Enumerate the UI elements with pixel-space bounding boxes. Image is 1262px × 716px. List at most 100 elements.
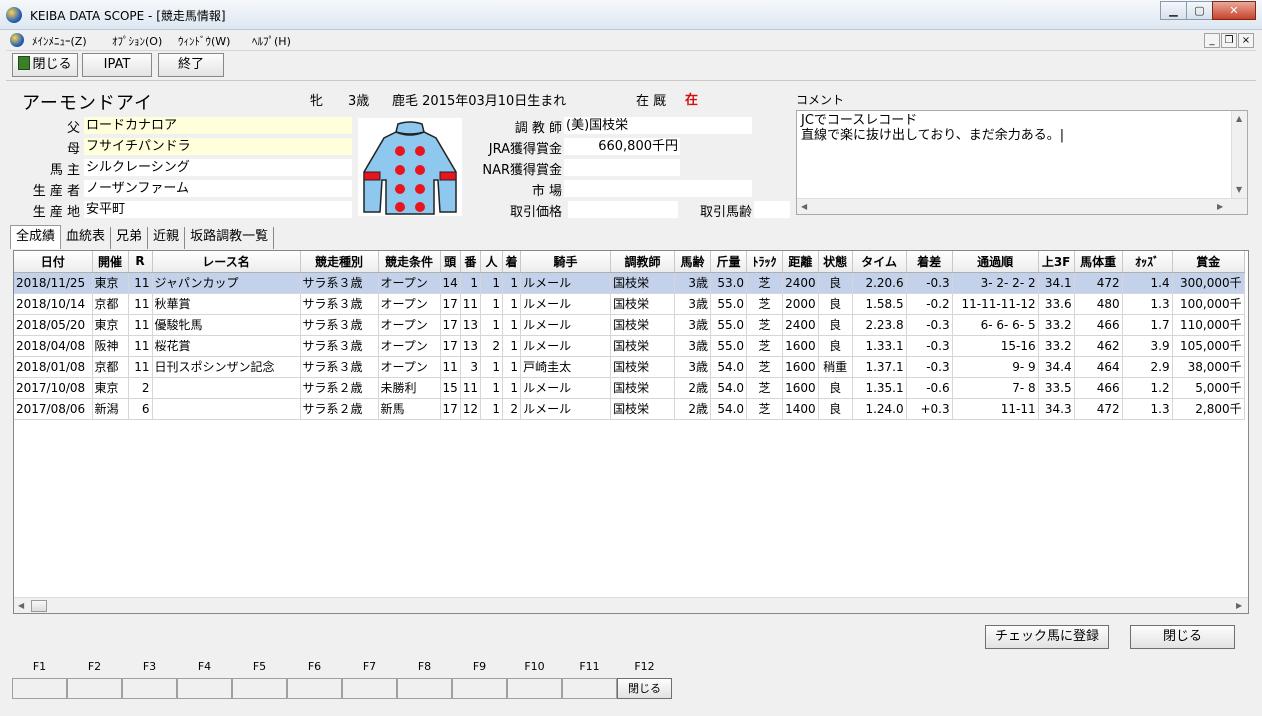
cell-condition[interactable]: 良	[818, 272, 853, 294]
cell-track[interactable]: 芝	[746, 356, 784, 378]
cell-time[interactable]: 2.23.8	[852, 314, 907, 336]
table-row[interactable]: 2018/04/08 阪神 11 桜花賞 サラ系３歳 オープン 17 13 2 1 ルメール 国枝栄 3…	[14, 335, 1245, 357]
cell-margin[interactable]: -0.2	[906, 293, 953, 315]
cell-time[interactable]: 1.37.1	[852, 356, 907, 378]
cell-odds[interactable]: 3.9	[1122, 335, 1173, 357]
exit-button[interactable]: 終了	[158, 53, 224, 77]
jra-prize-field[interactable]: 660,800千円	[564, 138, 680, 155]
cell-race-type[interactable]: サラ系２歳	[300, 398, 379, 420]
cell-trainer[interactable]: 国枝栄	[610, 398, 676, 420]
cell-time[interactable]: 1.24.0	[852, 398, 907, 420]
cell-weight-carried[interactable]: 54.0	[710, 356, 748, 378]
cell-last-3f[interactable]: 34.3	[1038, 398, 1075, 420]
cell-race-name[interactable]	[152, 377, 301, 399]
cell-odds[interactable]: 1.3	[1122, 293, 1173, 315]
cell-jockey[interactable]: ルメール	[520, 398, 612, 420]
cell-horse-age[interactable]: 3歳	[674, 272, 712, 294]
cell-trainer[interactable]: 国枝栄	[610, 356, 676, 378]
table-row[interactable]: 2018/05/20 東京 11 優駿牝馬 サラ系３歳 オープン 17 13 1 1 ルメール 国枝栄…	[14, 314, 1245, 336]
menu-help[interactable]: ﾍﾙﾌﾟ(H)	[252, 33, 291, 49]
cell-race-name[interactable]	[152, 398, 301, 420]
cell-venue[interactable]: 京都	[92, 293, 129, 315]
cell-horse-number[interactable]: 11	[460, 377, 482, 399]
cell-weight-carried[interactable]: 55.0	[710, 314, 748, 336]
fkey-button-2[interactable]	[67, 678, 122, 699]
mdi-minimize-icon[interactable]: _	[1204, 33, 1220, 48]
cell-last-3f[interactable]: 33.6	[1038, 293, 1075, 315]
grid-scroll-left-icon[interactable]: ◀	[18, 601, 24, 610]
cell-time[interactable]: 1.33.1	[852, 335, 907, 357]
tab-all-results[interactable]: 全成績	[10, 225, 62, 249]
cell-jockey[interactable]: ルメール	[520, 272, 612, 294]
cell-condition[interactable]: 良	[818, 293, 853, 315]
fkey-button-8[interactable]	[397, 678, 452, 699]
trade-age-field[interactable]	[754, 201, 790, 218]
cell-race-type[interactable]: サラ系２歳	[300, 377, 379, 399]
cell-margin[interactable]: -0.3	[906, 272, 953, 294]
cell-finish[interactable]: 1	[502, 335, 522, 357]
trade-price-field[interactable]	[568, 201, 678, 218]
cell-jockey[interactable]: ルメール	[520, 335, 612, 357]
cell-prize[interactable]: 38,000千	[1172, 356, 1245, 378]
cell-horse-age[interactable]: 3歳	[674, 335, 712, 357]
table-row[interactable]: 2017/10/08 東京 2 サラ系２歳 未勝利 15 11 1 1 ルメール 国枝栄 2歳 54.0…	[14, 377, 1245, 399]
cell-margin[interactable]: -0.6	[906, 377, 953, 399]
cell-field-size[interactable]: 14	[440, 272, 461, 294]
cell-venue[interactable]: 東京	[92, 272, 129, 294]
cell-margin[interactable]: -0.3	[906, 356, 953, 378]
cell-finish[interactable]: 2	[502, 398, 522, 420]
cell-finish[interactable]: 1	[502, 272, 522, 294]
cell-popularity[interactable]: 1	[480, 377, 504, 399]
scroll-left-icon[interactable]: ◀	[801, 202, 807, 211]
cell-track[interactable]: 芝	[746, 314, 784, 336]
cell-margin[interactable]: +0.3	[906, 398, 953, 420]
cell-venue[interactable]: 東京	[92, 314, 129, 336]
cell-finish[interactable]: 1	[502, 377, 522, 399]
cell-odds[interactable]: 1.2	[1122, 377, 1173, 399]
cell-race-number[interactable]: 11	[128, 335, 153, 357]
cell-date[interactable]: 2018/01/08	[14, 356, 93, 378]
breeder-field[interactable]: ノーザンファーム	[84, 180, 352, 197]
fkey-button-5[interactable]	[232, 678, 287, 699]
fkey-button-4[interactable]	[177, 678, 232, 699]
cell-passing-order[interactable]: 3- 2- 2- 2	[952, 272, 1039, 294]
cell-last-3f[interactable]: 34.1	[1038, 272, 1075, 294]
comment-horizontal-scrollbar[interactable]: ◀ ▶	[797, 198, 1247, 214]
cell-trainer[interactable]: 国枝栄	[610, 314, 676, 336]
cell-race-type[interactable]: サラ系３歳	[300, 314, 379, 336]
cell-distance[interactable]: 1600	[782, 335, 819, 357]
cell-condition[interactable]: 良	[818, 398, 853, 420]
cell-weight-carried[interactable]: 54.0	[710, 377, 748, 399]
col-condition[interactable]: 状態	[818, 251, 853, 273]
cell-track[interactable]: 芝	[746, 377, 784, 399]
cell-horse-number[interactable]: 13	[460, 335, 482, 357]
cell-field-size[interactable]: 17	[440, 314, 461, 336]
cell-venue[interactable]: 東京	[92, 377, 129, 399]
cell-race-type[interactable]: サラ系３歳	[300, 272, 379, 294]
cell-odds[interactable]: 2.9	[1122, 356, 1173, 378]
cell-distance[interactable]: 2400	[782, 314, 819, 336]
cell-date[interactable]: 2018/10/14	[14, 293, 93, 315]
toolbar-close-button[interactable]: 閉じる	[12, 53, 78, 77]
cell-field-size[interactable]: 17	[440, 293, 461, 315]
cell-distance[interactable]: 1600	[782, 377, 819, 399]
cell-last-3f[interactable]: 33.2	[1038, 335, 1075, 357]
cell-passing-order[interactable]: 6- 6- 6- 5	[952, 314, 1039, 336]
cell-odds[interactable]: 1.4	[1122, 272, 1173, 294]
cell-trainer[interactable]: 国枝栄	[610, 293, 676, 315]
cell-race-condition[interactable]: 新馬	[378, 398, 441, 420]
cell-race-type[interactable]: サラ系３歳	[300, 293, 379, 315]
cell-last-3f[interactable]: 34.4	[1038, 356, 1075, 378]
cell-body-weight[interactable]: 480	[1074, 293, 1123, 315]
trainer-field[interactable]: (美)国枝栄	[564, 117, 752, 134]
col-venue[interactable]: 開催	[92, 251, 129, 273]
cell-track[interactable]: 芝	[746, 335, 784, 357]
cell-margin[interactable]: -0.3	[906, 335, 953, 357]
col-jockey[interactable]: 騎手	[520, 251, 612, 273]
cell-horse-age[interactable]: 2歳	[674, 398, 712, 420]
cell-race-number[interactable]: 11	[128, 314, 153, 336]
col-horse-number[interactable]: 番	[460, 251, 482, 273]
cell-prize[interactable]: 100,000千	[1172, 293, 1245, 315]
cell-popularity[interactable]: 1	[480, 293, 504, 315]
fkey-button-1[interactable]	[12, 678, 67, 699]
